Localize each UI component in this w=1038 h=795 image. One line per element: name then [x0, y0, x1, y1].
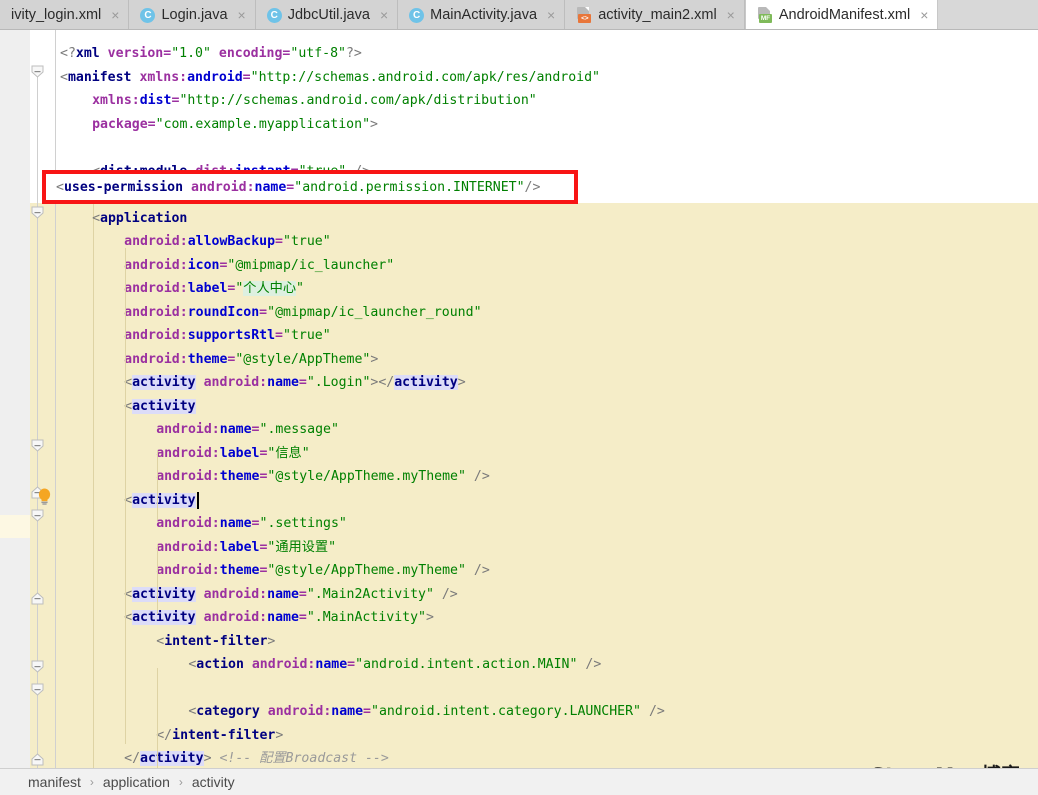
breadcrumb-item-application[interactable]: application — [103, 774, 170, 790]
editor-tab-bar: <> ivity_login.xml × C Login.java × C JdbcUtil.… — [0, 0, 1038, 30]
breadcrumb-separator: › — [178, 775, 183, 789]
tab-label: Login.java — [161, 7, 228, 23]
indent-guide — [157, 544, 158, 614]
java-class-icon: C — [140, 7, 156, 23]
tab-close-icon[interactable]: × — [727, 8, 735, 22]
tab-label: activity_main2.xml — [598, 7, 717, 23]
xml-manifest-icon: MF — [757, 7, 773, 23]
code-line[interactable]: android:theme="@style/AppTheme.myTheme" … — [156, 559, 490, 583]
tab-login-java[interactable]: C Login.java × — [129, 0, 256, 29]
annotation-highlighted-line: <uses-permission android:name="android.p… — [56, 180, 541, 195]
code-line[interactable]: android:icon="@mipmap/ic_launcher" — [124, 254, 394, 278]
code-line[interactable]: android:label="个人中心" — [124, 277, 304, 301]
tab-label: JdbcUtil.java — [287, 7, 370, 23]
tab-label: AndroidManifest.xml — [778, 7, 911, 23]
code-line[interactable]: <action android:name="android.intent.act… — [188, 653, 601, 677]
tab-jdbcutil-java[interactable]: C JdbcUtil.java × — [255, 0, 399, 29]
code-line[interactable]: <manifest xmlns:android="http://schemas.… — [60, 66, 600, 90]
code-line[interactable]: <activity — [124, 489, 196, 513]
code-line[interactable]: android:roundIcon="@mipmap/ic_launcher_r… — [124, 301, 481, 325]
indent-guide — [157, 450, 158, 520]
tab-androidmanifest-xml[interactable]: MF AndroidManifest.xml × — [744, 0, 939, 29]
tab-close-icon[interactable]: × — [920, 8, 928, 22]
indent-guide — [125, 248, 126, 744]
code-line[interactable]: <category android:name="android.intent.c… — [188, 700, 665, 724]
code-line[interactable]: android:supportsRtl="true" — [124, 324, 331, 348]
tab-close-icon[interactable]: × — [111, 8, 119, 22]
tab-label: MainActivity.java — [430, 7, 538, 23]
tab-close-icon[interactable]: × — [380, 8, 388, 22]
tab-ivity-login-xml[interactable]: <>ivity_login.xml× — [0, 0, 130, 29]
code-line[interactable]: xmlns:dist="http://schemas.android.com/a… — [92, 89, 537, 113]
tab-close-icon[interactable]: × — [238, 8, 246, 22]
code-line[interactable]: <activity — [124, 395, 196, 419]
breadcrumb-item-manifest[interactable]: manifest — [28, 774, 81, 790]
java-class-icon: C — [409, 7, 425, 23]
breadcrumb-separator: › — [89, 775, 94, 789]
code-line[interactable]: android:name=".settings" — [156, 512, 347, 536]
code-line[interactable]: android:theme="@style/AppTheme.myTheme" … — [156, 465, 490, 489]
code-text[interactable]: <?xml version="1.0" encoding="utf-8"?> <m… — [0, 30, 1038, 768]
code-line[interactable]: android:allowBackup="true" — [124, 230, 331, 254]
code-line[interactable]: </intent-filter> — [156, 724, 283, 748]
code-line[interactable]: android:theme="@style/AppTheme"> — [124, 348, 378, 372]
code-line[interactable]: package="com.example.myapplication"> — [92, 113, 378, 137]
code-line[interactable]: android:label="信息" — [156, 442, 309, 466]
code-line[interactable]: <activity android:name=".Main2Activity" … — [124, 583, 458, 607]
xml-layout-icon: <> — [576, 7, 592, 23]
code-line[interactable]: android:label="通用设置" — [156, 536, 336, 560]
breadcrumb-item-activity[interactable]: activity — [192, 774, 235, 790]
code-line[interactable]: <activity android:name=".Login"></activi… — [124, 371, 466, 395]
code-line[interactable]: android:name=".message" — [156, 418, 339, 442]
tab-close-icon[interactable]: × — [547, 8, 555, 22]
watermark-title: StoneMan博客随笔 — [871, 765, 1034, 768]
java-class-icon: C — [266, 7, 282, 23]
breadcrumb[interactable]: manifest › application › activity — [0, 768, 1038, 795]
tab-activity-main2-xml[interactable]: <> activity_main2.xml × — [565, 0, 745, 29]
text-caret — [197, 491, 200, 509]
indent-guide — [157, 668, 158, 768]
code-editor[interactable]: <?xml version="1.0" encoding="utf-8"?> <m… — [0, 30, 1038, 768]
code-line[interactable]: <?xml version="1.0" encoding="utf-8"?> — [60, 42, 362, 66]
tab-label: ivity_login.xml — [11, 7, 102, 23]
code-line[interactable]: <intent-filter> — [156, 630, 275, 654]
code-line[interactable]: </activity> <!-- 配置Broadcast --> — [124, 747, 389, 768]
tab-mainactivity-java[interactable]: C MainActivity.java × — [398, 0, 566, 29]
code-line[interactable]: <application — [92, 207, 187, 231]
code-line[interactable]: <activity android:name=".MainActivity"> — [124, 606, 434, 630]
